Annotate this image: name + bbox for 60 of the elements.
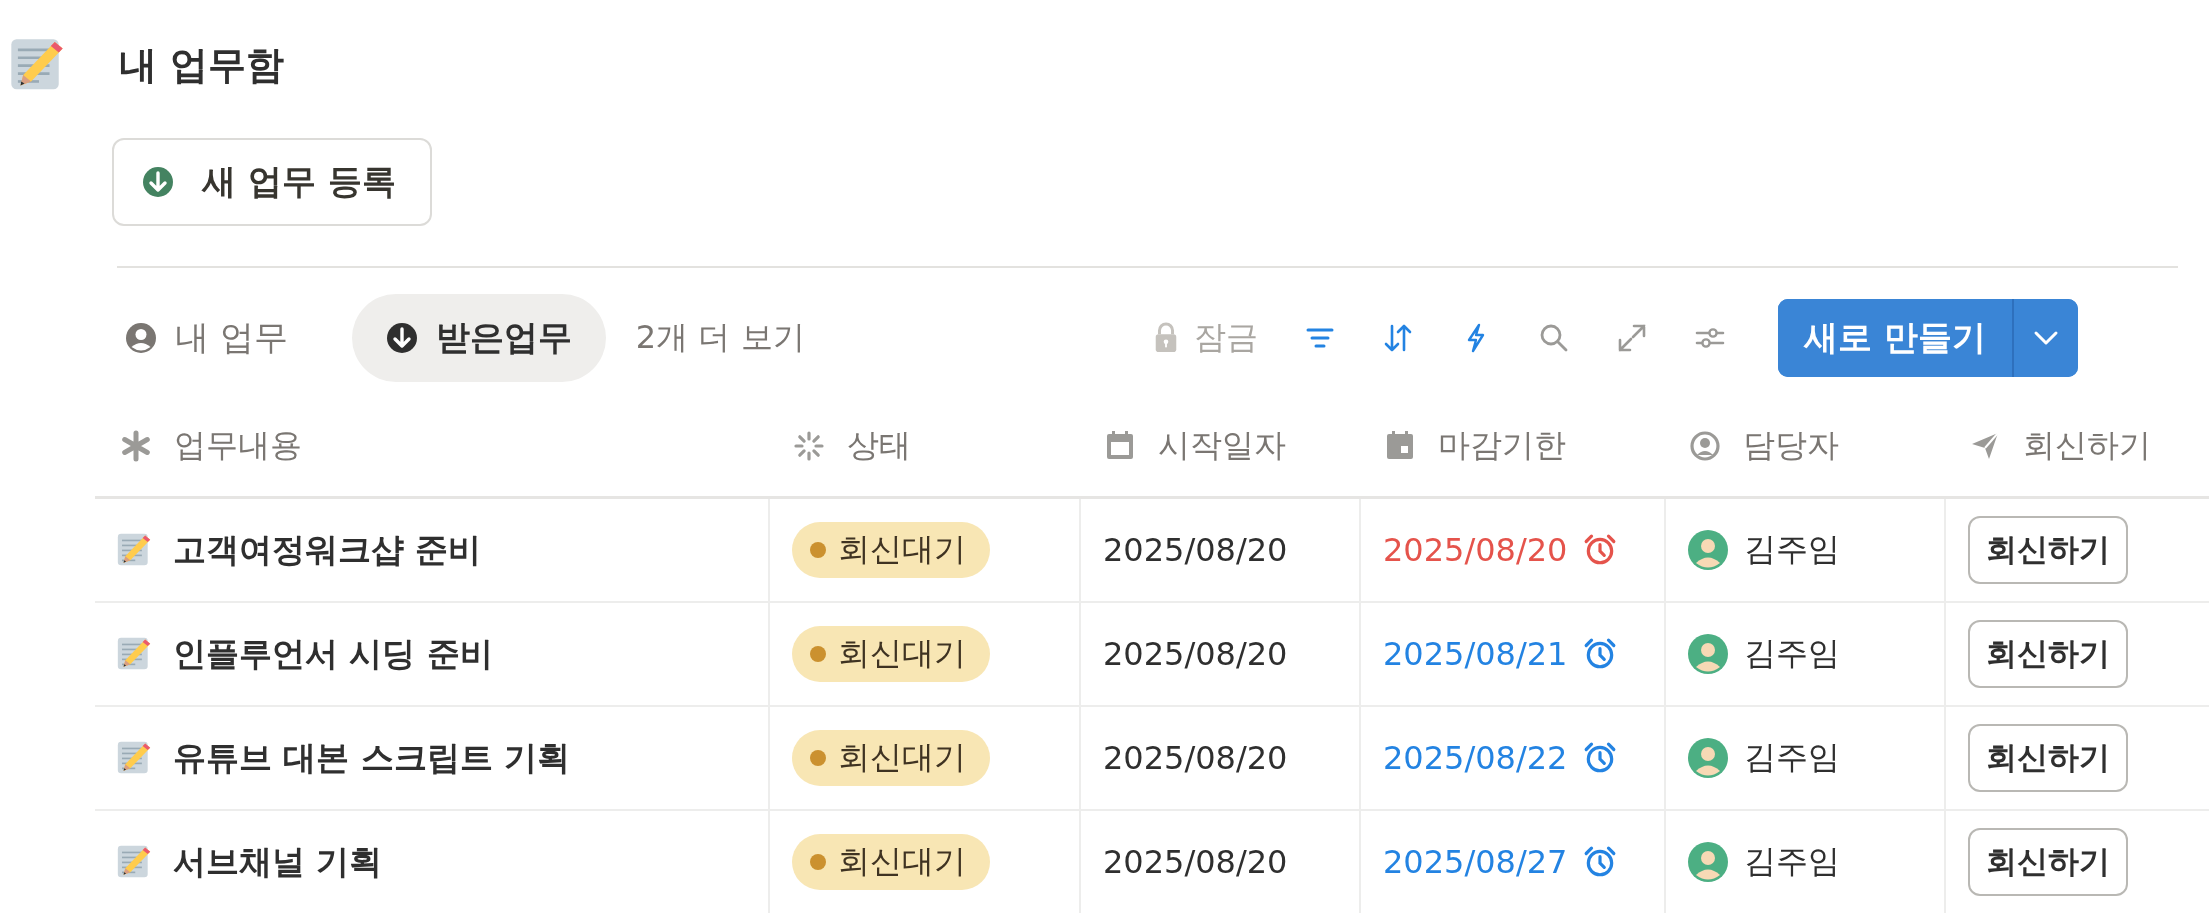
status-dot-icon — [810, 646, 826, 662]
reply-button[interactable]: 회신하기 — [1968, 620, 2128, 688]
status-tag: 회신대기 — [792, 626, 990, 682]
column-header: 시작일자 — [1158, 425, 1286, 466]
memo-icon — [117, 741, 151, 775]
more-views-link[interactable]: 2개 더 보기 — [635, 316, 805, 360]
column-header: 회신하기 — [2023, 425, 2151, 466]
dropdown-button[interactable] — [2012, 299, 2078, 377]
status-tag: 회신대기 — [792, 522, 990, 578]
task-title: 유튜브 대본 스크립트 기획 — [173, 736, 571, 779]
start-date: 2025/08/20 — [1103, 739, 1288, 777]
status-dot-icon — [810, 854, 826, 870]
due-date: 2025/08/20 — [1383, 531, 1568, 569]
due-date: 2025/08/21 — [1383, 635, 1568, 673]
start-date: 2025/08/20 — [1103, 531, 1288, 569]
task-title: 인플루언서 시딩 준비 — [173, 632, 493, 675]
assignee-name: 김주임 — [1744, 737, 1840, 778]
alarm-clock-icon — [1583, 741, 1618, 775]
new-task-button[interactable]: 새 업무 등록 — [112, 138, 432, 226]
column-header: 마감기한 — [1438, 425, 1566, 466]
assignee-name: 김주임 — [1744, 529, 1840, 570]
asterisk-icon — [120, 430, 152, 462]
avatar-icon — [1688, 842, 1728, 882]
status-dot-icon — [810, 542, 826, 558]
status-tag: 회신대기 — [792, 730, 990, 786]
avatar-icon — [1688, 530, 1728, 570]
column-header: 담당자 — [1743, 425, 1839, 466]
memo-icon — [117, 845, 151, 879]
alarm-clock-icon — [1583, 637, 1618, 671]
reply-button[interactable]: 회신하기 — [1968, 724, 2128, 792]
start-date: 2025/08/20 — [1103, 635, 1288, 673]
due-date: 2025/08/22 — [1383, 739, 1568, 777]
reply-button[interactable]: 회신하기 — [1968, 516, 2128, 584]
assignee-name: 김주임 — [1744, 841, 1840, 882]
memo-icon — [117, 533, 151, 567]
column-header: 업무내용 — [174, 425, 302, 466]
column-header: 상태 — [847, 425, 911, 466]
status-tag: 회신대기 — [792, 834, 990, 890]
status-dot-icon — [810, 750, 826, 766]
calendar-icon — [1104, 430, 1136, 462]
assignee-name: 김주임 — [1744, 633, 1840, 674]
due-date: 2025/08/27 — [1383, 843, 1568, 881]
memo-icon — [117, 637, 151, 671]
download-icon — [142, 166, 174, 198]
person-icon — [125, 322, 157, 354]
alarm-clock-icon — [1583, 845, 1618, 879]
avatar-icon — [1688, 634, 1728, 674]
view-tab[interactable]: 받은업무 — [351, 294, 606, 382]
person-icon — [1689, 430, 1721, 462]
avatar-icon — [1688, 738, 1728, 778]
task-title: 서브채널 기획 — [173, 840, 383, 883]
download-icon — [385, 322, 418, 354]
calendar-icon — [1384, 430, 1416, 462]
view-tab[interactable]: 내 업무 — [125, 294, 322, 382]
loading-spinner-icon — [793, 430, 825, 462]
alarm-clock-icon — [1583, 533, 1618, 567]
task-title: 고객여정워크샵 준비 — [173, 528, 482, 571]
page-title: 내 업무함 — [119, 41, 285, 89]
reply-button[interactable]: 회신하기 — [1968, 828, 2128, 896]
start-date: 2025/08/20 — [1103, 843, 1288, 881]
